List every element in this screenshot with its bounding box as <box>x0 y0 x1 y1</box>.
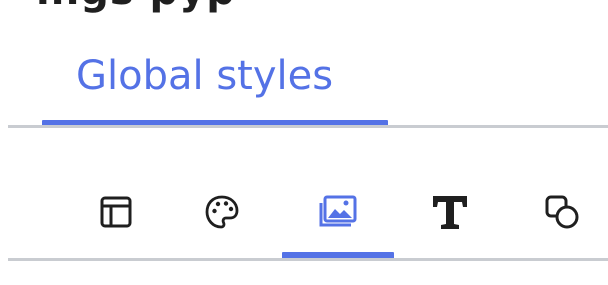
style-category-toolbar <box>0 170 608 260</box>
layout-button[interactable] <box>86 182 146 242</box>
colors-button[interactable] <box>192 182 252 242</box>
tab-bar-divider <box>8 125 608 128</box>
tab-global-styles[interactable]: Global styles <box>42 38 388 130</box>
typography-icon <box>433 196 467 229</box>
shapes-icon <box>545 195 579 229</box>
toolbar-divider <box>8 258 608 261</box>
tab-global-styles-label: Global styles <box>76 53 334 99</box>
tab-bar: Global styles <box>0 38 608 130</box>
shapes-button[interactable] <box>532 182 592 242</box>
typography-button[interactable] <box>420 182 480 242</box>
palette-icon <box>205 195 239 229</box>
image-icon <box>319 195 357 227</box>
background-image-button[interactable] <box>308 182 368 242</box>
layout-icon <box>100 196 132 228</box>
cropped-heading-fragment: ings pyp <box>36 0 236 14</box>
